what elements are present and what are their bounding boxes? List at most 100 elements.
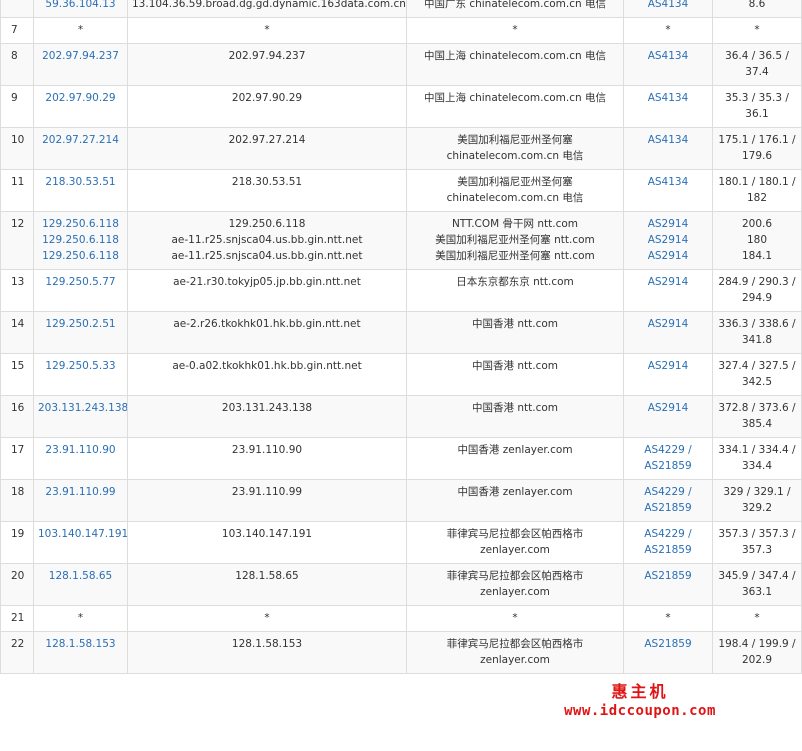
rtt-text: 357.3 / 357.3 / 357.3 <box>718 528 796 556</box>
asn-link[interactable]: AS2914 <box>628 316 708 332</box>
hostname-text: ae-21.r30.tokyjp05.jp.bb.gin.ntt.net <box>173 276 361 288</box>
asn-link[interactable]: AS2914 <box>628 216 708 232</box>
asn-link[interactable]: AS21859 <box>628 568 708 584</box>
rtt-text: 284.9 / 290.3 / 294.9 <box>718 276 796 304</box>
asn-link[interactable]: AS4134 <box>628 90 708 106</box>
location-cell: 中国香港 ntt.com <box>406 353 624 396</box>
rtt-cell: 198.4 / 199.9 / 202.9 <box>712 631 802 674</box>
ip-cell: 129.250.2.51 <box>33 311 128 354</box>
hostname-text: * <box>264 612 270 624</box>
rtt-cell: * <box>712 605 802 632</box>
hostname-cell: ae-0.a02.tkokhk01.hk.bb.gin.ntt.net <box>127 353 407 396</box>
rtt-text: 200.6 <box>741 218 773 230</box>
ip-link[interactable]: 203.131.243.138 <box>38 400 127 416</box>
hostname-cell: 128.1.58.65 <box>127 563 407 606</box>
asn-link[interactable]: AS2914 <box>628 232 708 248</box>
asn-cell: AS4134 <box>623 85 713 128</box>
ip-link: * <box>77 612 84 624</box>
location-cell: 美国加利福尼亚州圣何塞 chinatelecom.com.cn 电信 <box>406 169 624 212</box>
location-cell: 中国香港 zenlayer.com <box>406 479 624 522</box>
ip-link[interactable]: 128.1.58.65 <box>38 568 123 584</box>
ip-link[interactable]: 129.250.6.118 <box>38 216 123 232</box>
asn-link[interactable]: AS4134 <box>628 48 708 64</box>
rtt-cell: * <box>712 17 802 44</box>
ip-link[interactable]: 129.250.5.77 <box>38 274 123 290</box>
ip-link[interactable]: 202.97.90.29 <box>38 90 123 106</box>
watermark-url: www.idccoupon.com <box>564 703 716 719</box>
asn-link[interactable]: AS4134 <box>628 132 708 148</box>
location-text: 中国上海 chinatelecom.com.cn 电信 <box>423 92 607 104</box>
asn-cell: AS2914 <box>623 311 713 354</box>
asn-cell: * <box>623 605 713 632</box>
location-cell: 中国香港 zenlayer.com <box>406 437 624 480</box>
table-row: 17 23.91.110.90 23.91.110.90 中国香港 zenlayer.… <box>0 437 802 480</box>
rtt-text: 329 / 329.1 / 329.2 <box>723 486 791 514</box>
asn-link[interactable]: AS2914 <box>628 400 708 416</box>
hop-number: 15 <box>11 360 25 372</box>
asn-link[interactable]: AS21859 <box>628 458 708 474</box>
ip-link[interactable]: 103.140.147.191 <box>38 526 127 542</box>
ip-link[interactable]: 23.91.110.99 <box>38 484 123 500</box>
location-cell: 中国上海 chinatelecom.com.cn 电信 <box>406 85 624 128</box>
rtt-cell: 180.1 / 180.1 / 182 <box>712 169 802 212</box>
asn-link[interactable]: AS21859 <box>628 542 708 558</box>
location-cell: 菲律宾马尼拉都会区帕西格市 zenlayer.com <box>406 563 624 606</box>
asn-link[interactable]: AS21859 <box>628 636 708 652</box>
hop-cell: 10 <box>0 127 34 170</box>
hop-cell: 7 <box>0 17 34 44</box>
ip-cell: 202.97.90.29 <box>33 85 128 128</box>
hostname-cell: 129.250.6.118 ae-11.r25.snjsca04.us.bb.gi… <box>127 211 407 270</box>
hostname-cell: 103.140.147.191 <box>127 521 407 564</box>
asn-link[interactable]: AS4229 / <box>628 442 708 458</box>
ip-link[interactable]: 202.97.27.214 <box>38 132 123 148</box>
ip-link[interactable]: 129.250.6.118 <box>38 248 123 264</box>
hostname-cell: ae-21.r30.tokyjp05.jp.bb.gin.ntt.net <box>127 269 407 312</box>
location-cell: 美国加利福尼亚州圣何塞 chinatelecom.com.cn 电信 <box>406 127 624 170</box>
asn-link[interactable]: AS4134 <box>628 174 708 190</box>
ip-link[interactable]: 218.30.53.51 <box>38 174 123 190</box>
asn-link[interactable]: AS4229 / <box>628 526 708 542</box>
location-text: 菲律宾马尼拉都会区帕西格市 zenlayer.com <box>446 528 584 556</box>
location-text: NTT.COM 骨干网 ntt.com <box>451 218 579 230</box>
hostname-cell: 218.30.53.51 <box>127 169 407 212</box>
asn-link[interactable]: AS2914 <box>628 274 708 290</box>
table-row: 59.36.104.13 13.104.36.59.broad.dg.gd.dyn… <box>0 0 802 18</box>
asn-cell: AS4229 /AS21859 <box>623 437 713 480</box>
ip-link[interactable]: 129.250.2.51 <box>38 316 123 332</box>
hop-number: 12 <box>11 218 25 230</box>
hostname-text: 202.97.90.29 <box>231 92 303 104</box>
hostname-text: 103.140.147.191 <box>221 528 313 540</box>
location-text: 中国上海 chinatelecom.com.cn 电信 <box>423 50 607 62</box>
hop-cell: 21 <box>0 605 34 632</box>
asn-link[interactable]: AS4229 / <box>628 484 708 500</box>
hostname-text: 129.250.6.118 <box>228 218 306 230</box>
location-cell: NTT.COM 骨干网 ntt.com 美国加利福尼亚州圣何塞 ntt.com 美国… <box>406 211 624 270</box>
asn-link[interactable]: AS21859 <box>628 500 708 516</box>
ip-link[interactable]: 202.97.94.237 <box>38 48 123 64</box>
table-row: 20 128.1.58.65 128.1.58.65 菲律宾马尼拉都会区帕西格市 ze… <box>0 563 802 606</box>
asn-link[interactable]: AS2914 <box>628 358 708 374</box>
rtt-text: 372.8 / 373.6 / 385.4 <box>718 402 796 430</box>
asn-link[interactable]: AS2914 <box>628 248 708 264</box>
ip-link[interactable]: 129.250.6.118 <box>38 232 123 248</box>
watermark-brand: 惠主机 <box>611 682 669 701</box>
hop-cell: 15 <box>0 353 34 396</box>
ip-link[interactable]: 23.91.110.90 <box>38 442 123 458</box>
table-row: 10 202.97.27.214 202.97.27.214 美国加利福尼亚州圣何塞 … <box>0 127 802 170</box>
rtt-cell: 8.6 <box>712 0 802 18</box>
rtt-text: * <box>754 24 760 36</box>
rtt-text: 345.9 / 347.4 / 363.1 <box>718 570 796 598</box>
hop-cell <box>0 0 34 18</box>
ip-link[interactable]: 59.36.104.13 <box>38 0 123 12</box>
asn-link: * <box>665 24 671 36</box>
table-row: 9 202.97.90.29 202.97.90.29 中国上海 chinatelec… <box>0 85 802 128</box>
rtt-cell: 36.4 / 36.5 / 37.4 <box>712 43 802 86</box>
location-text: 日本东京都东京 ntt.com <box>456 276 574 288</box>
asn-link[interactable]: AS4134 <box>628 0 708 12</box>
rtt-text: 175.1 / 176.1 / 179.6 <box>718 134 796 162</box>
location-text: 美国加利福尼亚州圣何塞 chinatelecom.com.cn 电信 <box>446 176 584 204</box>
ip-link[interactable]: 129.250.5.33 <box>38 358 123 374</box>
ip-link[interactable]: 128.1.58.153 <box>38 636 123 652</box>
hop-number: 17 <box>11 444 25 456</box>
asn-cell: AS2914 <box>623 353 713 396</box>
